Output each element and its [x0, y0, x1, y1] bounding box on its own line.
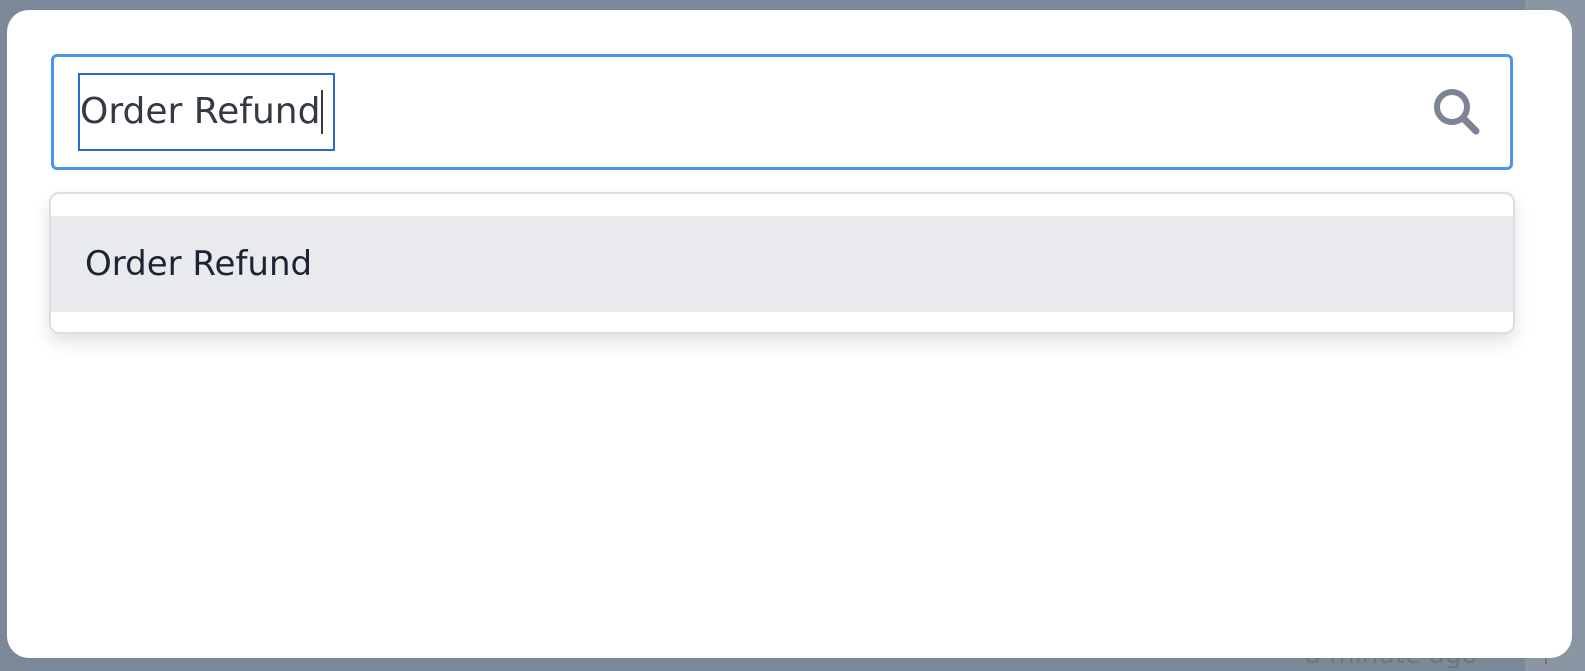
search-input-value: Order Refund [80, 91, 321, 132]
search-result-item[interactable]: Order Refund [51, 216, 1513, 312]
search-modal: Order Refund Order Refund [7, 10, 1572, 658]
search-icon[interactable] [1430, 85, 1484, 139]
search-field[interactable]: Order Refund [51, 54, 1513, 170]
search-input[interactable]: Order Refund [78, 73, 336, 151]
search-results-dropdown: Order Refund [49, 192, 1515, 334]
text-caret [321, 90, 324, 134]
